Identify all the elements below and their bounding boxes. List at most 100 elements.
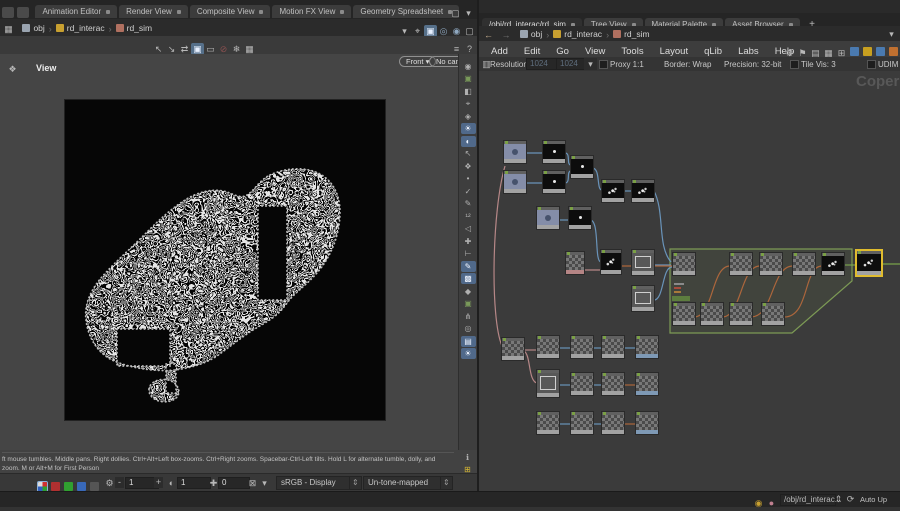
exposure-minus-button[interactable]: - [115,477,124,488]
circle-icon[interactable]: ◎ [461,323,476,334]
pane-menu-icon[interactable]: ▾ [462,7,475,19]
snapshot-green-icon[interactable]: ▣ [461,73,476,84]
left-breadcrumb-bar: ▦ obj›rd_interac›rd_sim ▾⌖▣◎◉▢ [0,19,477,36]
menu-list: AddEditGoViewToolsLayoutqLibLabsHelp [483,41,802,58]
right-path-dropdown-icon[interactable]: ▾ [885,28,898,40]
select-mode-icon[interactable]: ↖ [461,148,476,159]
palette-yellow-icon[interactable] [863,47,872,56]
right-breadcrumb-bar: ← → obj›rd_interac›rd_sim ▾ [479,26,900,41]
resolution-width-field[interactable]: 1024 [526,58,560,70]
exposure-plus-button[interactable]: + [154,477,163,488]
lock-camera-icon[interactable]: ◧ [461,86,476,97]
viewport-toolbar: ↖↘⇄▣▭⊘❄▦ ≡? [0,36,477,55]
points-icon[interactable]: • [461,173,476,184]
point-numbers-icon[interactable]: ¹² [461,211,476,222]
colorspace-spinner[interactable]: ⇕ [349,476,362,490]
nav-back-icon[interactable]: ← [482,29,495,41]
right-pane: /obj/rd_interac/rd_simTree ViewMaterial … [479,0,900,491]
breadcrumb-obj[interactable]: obj [19,20,47,37]
tonemap-spinner[interactable]: ⇕ [440,476,453,490]
shade-sphere-icon[interactable]: ◐ [461,136,476,147]
status-bar: ◉● /obj/rd_interac... ⇕ ⟳ Auto Up [0,491,900,507]
paint-grid-icon[interactable]: ▩ [461,273,476,284]
palette-blue2-icon[interactable] [876,47,885,56]
green-channel-icon[interactable] [64,482,73,491]
palette-blue-icon[interactable] [850,47,859,56]
colorspace-select[interactable]: sRGB - Display [276,476,352,490]
normals-icon[interactable]: ◁ [461,223,476,234]
proxy-checkbox[interactable] [599,60,608,69]
pane-icon-tab[interactable] [2,7,14,18]
snap-cubes-icon[interactable]: ❖ [461,161,476,172]
check-wand-icon[interactable]: ✓ [461,186,476,197]
camera-select-dropdown[interactable]: No cam ▾ [429,56,458,67]
memory-indicator-icon[interactable]: ● [765,497,778,509]
breadcrumb-rd-sim[interactable]: rd_sim [113,20,156,37]
left-tab-list: Animation EditorRender ViewComposite Vie… [34,0,460,17]
breadcrumb-obj[interactable]: obj [517,27,545,42]
udim-checkbox[interactable] [867,60,876,69]
tab-close-icon[interactable] [106,10,110,14]
diamond-icon[interactable]: ◆ [461,286,476,297]
tab-motion-fx-view[interactable]: Motion FX View [272,5,351,18]
left-pane: Animation EditorRender ViewComposite Vie… [0,0,477,491]
rgba-channel-icon[interactable] [38,482,47,491]
resolution-dropdown-icon[interactable]: ▾ [584,58,597,70]
breadcrumb-label: rd_interac [564,27,602,42]
houdini-window: { "left_pane": { "tabs": ["Animation Edi… [0,0,900,506]
red-channel-icon[interactable] [51,482,60,491]
nav-forward-icon[interactable]: → [499,29,512,41]
breadcrumb-rd-sim[interactable]: rd_sim [610,27,653,42]
histogram-dropdown-icon[interactable]: ▾ [258,477,271,489]
tab-animation-editor[interactable]: Animation Editor [35,5,117,18]
viewport[interactable]: ❖ View Front ▾ No cam ▾ [0,54,458,450]
auto-update-button[interactable]: Auto Up [860,495,887,504]
visibility-icon[interactable]: ◉ [461,61,476,72]
tile-vis-checkbox[interactable] [790,60,799,69]
contrast-field[interactable]: 1 [177,477,211,489]
alpha-channel-icon[interactable] [90,482,99,491]
tab-close-icon[interactable] [177,10,181,14]
pane-maximize-icon[interactable]: ▢ [449,7,462,19]
view-pin-icon[interactable]: ⌖ [461,98,476,109]
tab-render-view[interactable]: Render View [119,5,188,18]
tonemap-select[interactable]: Un-tone-mapped [363,476,443,490]
pane-icon-tab-2[interactable] [17,7,29,18]
cop-settings-bar: ▥ Resolution 1024 1024 ▾ Proxy 1:1 Borde… [479,57,900,72]
spotlight-icon[interactable]: ◈ [461,111,476,122]
draw-icon[interactable]: ✎ [461,261,476,272]
breadcrumb-rd-interac[interactable]: rd_interac [550,27,605,42]
rd-sim-icon [613,30,621,38]
precision-label[interactable]: Precision: 32-bit [724,60,781,69]
tile-vis-label: Tile Vis: 3 [801,60,836,69]
markers-icon[interactable]: ✚ [461,236,476,247]
light-bulb-icon[interactable]: ☀ [461,348,476,359]
measure-icon[interactable]: ⊢ [461,248,476,259]
network-icon[interactable]: ▦ [2,23,15,35]
tab-close-icon[interactable] [340,10,344,14]
blue-channel-icon[interactable] [77,482,86,491]
palette-orange-icon[interactable] [889,47,898,56]
headlight-icon[interactable]: ☀ [461,123,476,134]
status-node-path-field[interactable]: /obj/rd_interac... [780,494,836,506]
status-refresh-icon[interactable]: ⟳ [844,493,857,505]
network-editor[interactable]: Copern [479,71,900,491]
edit-pencil-icon[interactable]: ✎ [461,198,476,209]
info-icon[interactable]: ℹ [460,452,475,463]
display-toolbar: ⚙ - 1 + ◐ 1 ✚ 0 ⊠ ▾ sRGB - Display ⇕ Un-… [0,473,477,492]
breadcrumb-rd-interac[interactable]: rd_interac [53,20,108,37]
cook-indicator-icon[interactable]: ◉ [752,497,765,509]
view-menu-icon[interactable]: ❖ [6,63,19,75]
tab-label: Geometry Spreadsheet [360,7,443,16]
rd-interac-icon [56,24,64,32]
tab-geometry-spreadsheet[interactable]: Geometry Spreadsheet [353,5,459,18]
screen-display-icon[interactable]: ▤ [461,336,476,347]
render-canvas[interactable] [65,100,385,420]
border-label[interactable]: Border: Wrap [664,60,711,69]
branch-icon[interactable]: ⋔ [461,311,476,322]
proxy-label: Proxy 1:1 [610,60,644,69]
left-breadcrumb: obj›rd_interac›rd_sim [19,19,155,36]
tab-close-icon[interactable] [259,10,263,14]
group-box-icon[interactable]: ▣ [461,298,476,309]
tab-composite-view[interactable]: Composite View [190,5,271,18]
